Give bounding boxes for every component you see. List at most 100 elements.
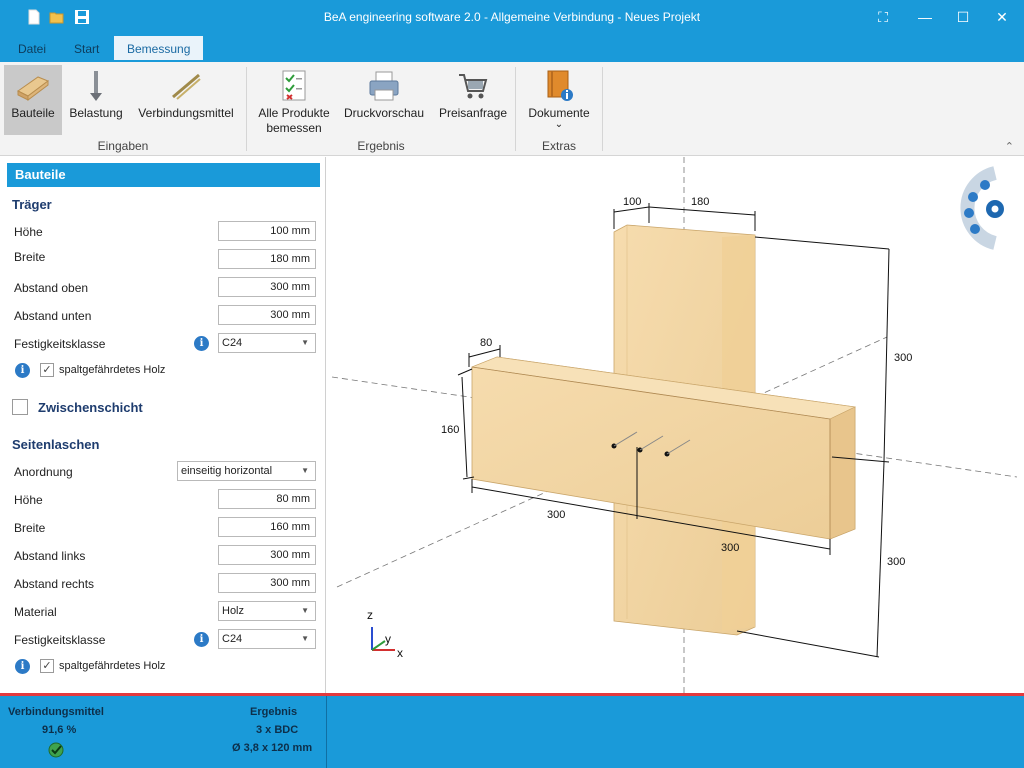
druckvorschau-button[interactable]: Druckvorschau bbox=[341, 65, 427, 135]
chevron-down-icon: ▼ bbox=[301, 338, 309, 347]
tab-datei[interactable]: Datei bbox=[5, 36, 59, 62]
chevron-down-icon: ▼ bbox=[301, 606, 309, 615]
alle-produkte-bemessen-button[interactable]: Alle Produkte bemessen bbox=[254, 65, 334, 135]
status-ergebnis-line1: 3 x BDC bbox=[256, 724, 299, 736]
laschen-hoehe-input[interactable]: 80 mm bbox=[218, 489, 316, 509]
group-ergebnis: Ergebnis bbox=[357, 139, 405, 153]
ribbon-separator bbox=[602, 67, 603, 151]
axis-triad: z y x bbox=[367, 608, 403, 660]
traeger-hoehe-label: Höhe bbox=[14, 225, 43, 239]
traeger-abstand-unten-input[interactable]: 300 mm bbox=[218, 305, 316, 325]
laschen-festigkeitsklasse-value: C24 bbox=[222, 633, 243, 645]
collapse-ribbon-icon[interactable]: ⌃ bbox=[1005, 140, 1014, 153]
traeger-abstand-unten-label: Abstand unten bbox=[14, 309, 92, 323]
close-button[interactable]: ✕ bbox=[988, 6, 1016, 28]
properties-panel: Bauteile Träger Höhe 100 mm Breite 180 m… bbox=[0, 157, 326, 693]
ribbon: Bauteile Belastung Verbindungsmittel Ein… bbox=[0, 62, 1024, 156]
abstand-rechts-label: Abstand rechts bbox=[14, 577, 95, 591]
zoom-in-icon[interactable] bbox=[980, 180, 990, 190]
snap-button[interactable]: ⛶ bbox=[869, 6, 897, 28]
abstand-links-input[interactable]: 300 mm bbox=[218, 545, 316, 565]
traeger-festigkeitsklasse-label: Festigkeitsklasse bbox=[14, 337, 106, 351]
status-verbindungsmittel-label: Verbindungsmittel bbox=[8, 706, 104, 718]
traeger-abstand-oben-label: Abstand oben bbox=[14, 281, 89, 295]
tab-start[interactable]: Start bbox=[61, 36, 112, 62]
axis-y-label: y bbox=[385, 632, 391, 646]
laschen-spalt-label: spaltgefährdetes Holz bbox=[59, 660, 166, 672]
checklist-icon bbox=[282, 70, 306, 101]
status-divider bbox=[326, 696, 327, 768]
dim-300-bottom: 300 bbox=[887, 556, 905, 568]
dim-300-horizontal-2: 300 bbox=[721, 542, 739, 554]
traeger-breite-input[interactable]: 180 mm bbox=[218, 249, 316, 269]
info-icon[interactable]: i bbox=[15, 363, 30, 378]
dim-300-top: 300 bbox=[894, 352, 912, 364]
section-seitenlaschen: Seitenlaschen bbox=[12, 437, 100, 452]
verbindungsmittel-label: Verbindungsmittel bbox=[138, 106, 234, 120]
abstand-links-label: Abstand links bbox=[14, 549, 86, 563]
alle-produkte-label: Alle Produkte bemessen bbox=[254, 106, 334, 136]
group-extras: Extras bbox=[541, 139, 576, 153]
dim-300-horizontal: 300 bbox=[547, 509, 565, 521]
traeger-festigkeitsklasse-select[interactable]: C24 ▼ bbox=[218, 333, 316, 353]
group-eingaben: Eingaben bbox=[97, 139, 149, 153]
dim-160: 160 bbox=[441, 424, 459, 436]
rotate-icon[interactable] bbox=[964, 208, 974, 218]
laschen-festigkeitsklasse-select[interactable]: C24 ▼ bbox=[218, 629, 316, 649]
material-label: Material bbox=[14, 605, 57, 619]
maximize-button[interactable]: ☐ bbox=[949, 6, 977, 28]
panel-header: Bauteile bbox=[7, 163, 320, 187]
abstand-rechts-input[interactable]: 300 mm bbox=[218, 573, 316, 593]
chevron-down-icon: ▼ bbox=[301, 466, 309, 475]
pan-icon[interactable] bbox=[970, 224, 980, 234]
bauteile-label: Bauteile bbox=[11, 106, 55, 120]
title-bar: BeA engineering software 2.0 - Allgemein… bbox=[0, 0, 1024, 36]
material-value: Holz bbox=[222, 605, 245, 617]
traeger-abstand-oben-input[interactable]: 300 mm bbox=[218, 277, 316, 297]
preisanfrage-button[interactable]: Preisanfrage bbox=[435, 65, 511, 135]
3d-viewport[interactable]: 100 180 80 160 300 300 300 300 z y x bbox=[327, 157, 1024, 693]
verbindungsmittel-button[interactable]: Verbindungsmittel bbox=[133, 65, 239, 135]
info-icon[interactable]: i bbox=[194, 336, 209, 351]
status-verbindungsmittel-value: 91,6 % bbox=[42, 724, 77, 736]
anordnung-select[interactable]: einseitig horizontal ▼ bbox=[177, 461, 316, 481]
belastung-button[interactable]: Belastung bbox=[66, 65, 126, 135]
laschen-spalt-checkbox[interactable]: ✓ bbox=[40, 659, 54, 673]
axis-z-label: z bbox=[367, 608, 373, 622]
status-bar: Verbindungsmittel 91,6 % Ergebnis 3 x BD… bbox=[0, 693, 1024, 768]
anordnung-label: Anordnung bbox=[14, 465, 73, 479]
section-traeger: Träger bbox=[12, 197, 52, 212]
info-icon[interactable]: i bbox=[15, 659, 30, 674]
laschen-breite-input[interactable]: 160 mm bbox=[218, 517, 316, 537]
info-icon[interactable]: i bbox=[194, 632, 209, 647]
dokumente-button[interactable]: Dokumente ⌄ bbox=[524, 65, 594, 135]
druckvorschau-label: Druckvorschau bbox=[343, 106, 425, 120]
tab-bemessung[interactable]: Bemessung bbox=[114, 36, 204, 62]
laschen-hoehe-label: Höhe bbox=[14, 493, 43, 507]
zwischenschicht-checkbox[interactable] bbox=[12, 399, 28, 415]
ribbon-tabs: Datei Start Bemessung bbox=[0, 36, 1024, 62]
timber-beam-icon bbox=[17, 76, 50, 101]
laschen-festigkeitsklasse-label: Festigkeitsklasse bbox=[14, 633, 106, 647]
traeger-festigkeitsklasse-value: C24 bbox=[222, 337, 243, 349]
laschen-breite-label: Breite bbox=[14, 521, 46, 535]
traeger-hoehe-input[interactable]: 100 mm bbox=[218, 221, 316, 241]
anordnung-value: einseitig horizontal bbox=[181, 465, 273, 477]
screw-icon bbox=[172, 73, 201, 100]
status-ergebnis-label: Ergebnis bbox=[250, 706, 298, 718]
dim-180: 180 bbox=[691, 196, 709, 208]
alle-produkte-line1: Alle Produkte bbox=[258, 106, 330, 120]
check-ok-icon bbox=[48, 742, 64, 758]
minimize-button[interactable]: — bbox=[911, 6, 939, 28]
bauteile-button[interactable]: Bauteile bbox=[4, 65, 62, 135]
shopping-cart-icon bbox=[459, 74, 488, 99]
preisanfrage-label: Preisanfrage bbox=[438, 106, 508, 120]
zoom-out-icon[interactable] bbox=[968, 192, 978, 202]
dim-100: 100 bbox=[623, 196, 641, 208]
traeger-spalt-checkbox[interactable]: ✓ bbox=[40, 363, 54, 377]
load-arrow-icon bbox=[90, 71, 102, 101]
3d-model-drawing[interactable]: 100 180 80 160 300 300 300 300 z y x bbox=[327, 157, 1024, 693]
printer-icon bbox=[369, 71, 399, 101]
view-navigation-widget[interactable] bbox=[960, 166, 1004, 250]
material-select[interactable]: Holz ▼ bbox=[218, 601, 316, 621]
